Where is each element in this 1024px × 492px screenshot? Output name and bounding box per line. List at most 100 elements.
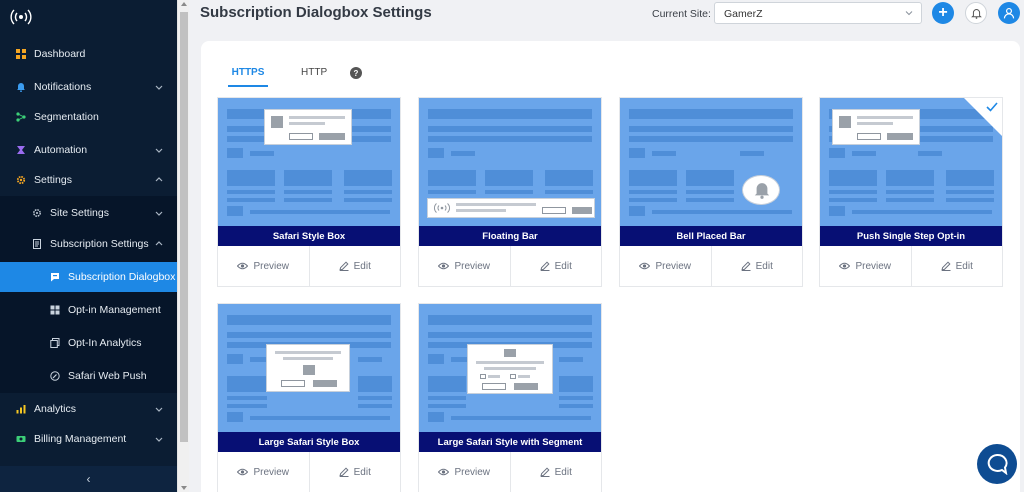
compass-icon	[50, 371, 60, 381]
sidebar-item-dashboard[interactable]: Dashboard	[0, 39, 177, 69]
copy-icon	[50, 338, 60, 348]
pencil-icon	[740, 261, 751, 271]
sidebar-item-label: Safari Web Push	[68, 370, 147, 382]
sidebar-item-settings[interactable]: Settings	[0, 165, 177, 195]
eye-icon	[639, 262, 651, 270]
sidebar-item-label: Automation	[34, 144, 88, 156]
pencil-icon	[338, 467, 349, 477]
sidebar-item-subscription-dialogbox[interactable]: Subscription Dialogbox	[0, 262, 177, 292]
edit-button[interactable]: Edit	[710, 246, 803, 286]
template-card-large-safari-style-box[interactable]: Large Safari Style Box Preview Edit	[217, 303, 401, 492]
sidebar-item-label: Subscription Dialogbox	[68, 271, 176, 283]
template-thumbnail[interactable]	[820, 98, 1002, 226]
sidebar-item-segmentation[interactable]: Segmentation	[0, 102, 177, 132]
edit-button[interactable]: Edit	[509, 452, 602, 492]
sidebar-scrollbar[interactable]	[177, 0, 189, 492]
eye-icon	[438, 468, 450, 476]
sidebar-item-opt-in-analytics[interactable]: Opt-In Analytics	[0, 328, 177, 358]
sidebar-item-safari-web-push[interactable]: Safari Web Push	[0, 361, 177, 391]
edit-button[interactable]: Edit	[308, 246, 401, 286]
broadcast-icon	[434, 203, 450, 213]
template-card-push-single-step-opt-in[interactable]: Push Single Step Opt-in Preview Edit	[819, 97, 1003, 287]
eye-icon	[237, 262, 249, 270]
user-avatar-button[interactable]	[998, 2, 1020, 24]
chevron-down-icon	[155, 148, 163, 153]
tab-http[interactable]: HTTP	[301, 67, 327, 87]
check-icon	[986, 102, 998, 112]
sidebar-item-automation[interactable]: Automation	[0, 135, 177, 165]
gear-icon	[33, 209, 41, 217]
template-caption: Large Safari Style with Segment	[419, 432, 601, 452]
bell-icon	[17, 83, 25, 92]
chevron-up-icon	[155, 177, 163, 182]
sidebar-item-label: Opt-in Management	[68, 304, 161, 316]
plus-icon: +	[938, 4, 948, 21]
chevron-down-icon	[155, 85, 163, 90]
sidebar-item-analytics[interactable]: Analytics	[0, 394, 177, 424]
edit-button[interactable]: Edit	[509, 246, 602, 286]
pencil-icon	[539, 467, 550, 477]
preview-button[interactable]: Preview	[218, 246, 309, 286]
template-thumbnail[interactable]	[620, 98, 802, 226]
sidebar-item-label: Subscription Settings	[50, 238, 149, 250]
money-icon	[16, 436, 26, 442]
bell-icon	[754, 183, 770, 199]
preview-button[interactable]: Preview	[419, 246, 510, 286]
tab-https[interactable]: HTTPS	[228, 67, 268, 87]
template-thumbnail[interactable]	[218, 304, 400, 432]
preview-button[interactable]: Preview	[620, 246, 711, 286]
add-button[interactable]: +	[932, 2, 954, 24]
template-card-floating-bar[interactable]: Floating Bar Preview Edit	[418, 97, 602, 287]
user-icon	[1003, 7, 1015, 19]
notifications-button[interactable]	[965, 2, 987, 24]
dashboard-icon	[16, 49, 26, 59]
edit-button[interactable]: Edit	[308, 452, 401, 492]
template-caption: Floating Bar	[419, 226, 601, 246]
sidebar-item-subscription-settings[interactable]: Subscription Settings	[0, 229, 177, 259]
chevron-up-icon	[155, 241, 163, 246]
template-card-safari-style-box[interactable]: Safari Style Box Preview Edit	[217, 97, 401, 287]
edit-button[interactable]: Edit	[910, 246, 1003, 286]
template-caption: Push Single Step Opt-in	[820, 226, 1002, 246]
sidebar-item-label: Site Settings	[50, 207, 109, 219]
page-title: Subscription Dialogbox Settings	[200, 4, 432, 21]
sidebar-item-label: Opt-In Analytics	[68, 337, 142, 349]
chevron-down-icon	[155, 437, 163, 442]
sidebar-item-billing-management[interactable]: Billing Management	[0, 424, 177, 454]
dialog-icon	[51, 273, 59, 282]
preview-button[interactable]: Preview	[218, 452, 309, 492]
help-icon[interactable]: ?	[350, 67, 362, 79]
chevron-left-icon: ‹	[86, 472, 91, 486]
template-thumbnail[interactable]	[419, 304, 601, 432]
chart-icon	[16, 405, 26, 414]
bell-circle	[742, 175, 780, 205]
sidebar-collapse-button[interactable]: ‹	[0, 466, 177, 492]
chat-bubble-icon	[987, 454, 1008, 475]
template-thumbnail[interactable]	[419, 98, 601, 226]
chevron-down-icon	[155, 407, 163, 412]
sidebar-item-opt-in-management[interactable]: Opt-in Management	[0, 295, 177, 325]
sidebar-item-label: Notifications	[34, 81, 92, 93]
template-caption: Safari Style Box	[218, 226, 400, 246]
template-thumbnail[interactable]	[218, 98, 400, 226]
bell-icon	[970, 8, 982, 19]
sidebar-item-label: Dashboard	[34, 48, 86, 60]
sidebar-item-notifications[interactable]: Notifications	[0, 72, 177, 102]
sidebar: Dashboard Notifications Segmentation Aut…	[0, 0, 177, 492]
broadcast-logo-icon	[10, 9, 32, 25]
preview-button[interactable]: Preview	[419, 452, 510, 492]
preview-button[interactable]: Preview	[820, 246, 911, 286]
segmentation-icon	[16, 112, 26, 122]
sidebar-item-site-settings[interactable]: Site Settings	[0, 198, 177, 228]
scrollbar-thumb[interactable]	[180, 12, 188, 442]
scroll-down-arrow-icon[interactable]	[181, 486, 187, 490]
pencil-icon	[539, 261, 550, 271]
scroll-up-arrow-icon[interactable]	[181, 2, 187, 6]
chat-widget-button[interactable]	[977, 444, 1017, 484]
template-card-large-safari-style-with-segment[interactable]: Large Safari Style with Segment Preview …	[418, 303, 602, 492]
eye-icon	[438, 262, 450, 270]
current-site-select[interactable]: GamerZ	[714, 2, 922, 24]
chevron-down-icon	[155, 211, 163, 216]
template-card-bell-placed-bar[interactable]: Bell Placed Bar Preview Edit	[619, 97, 803, 287]
sidebar-item-label: Segmentation	[34, 111, 99, 123]
